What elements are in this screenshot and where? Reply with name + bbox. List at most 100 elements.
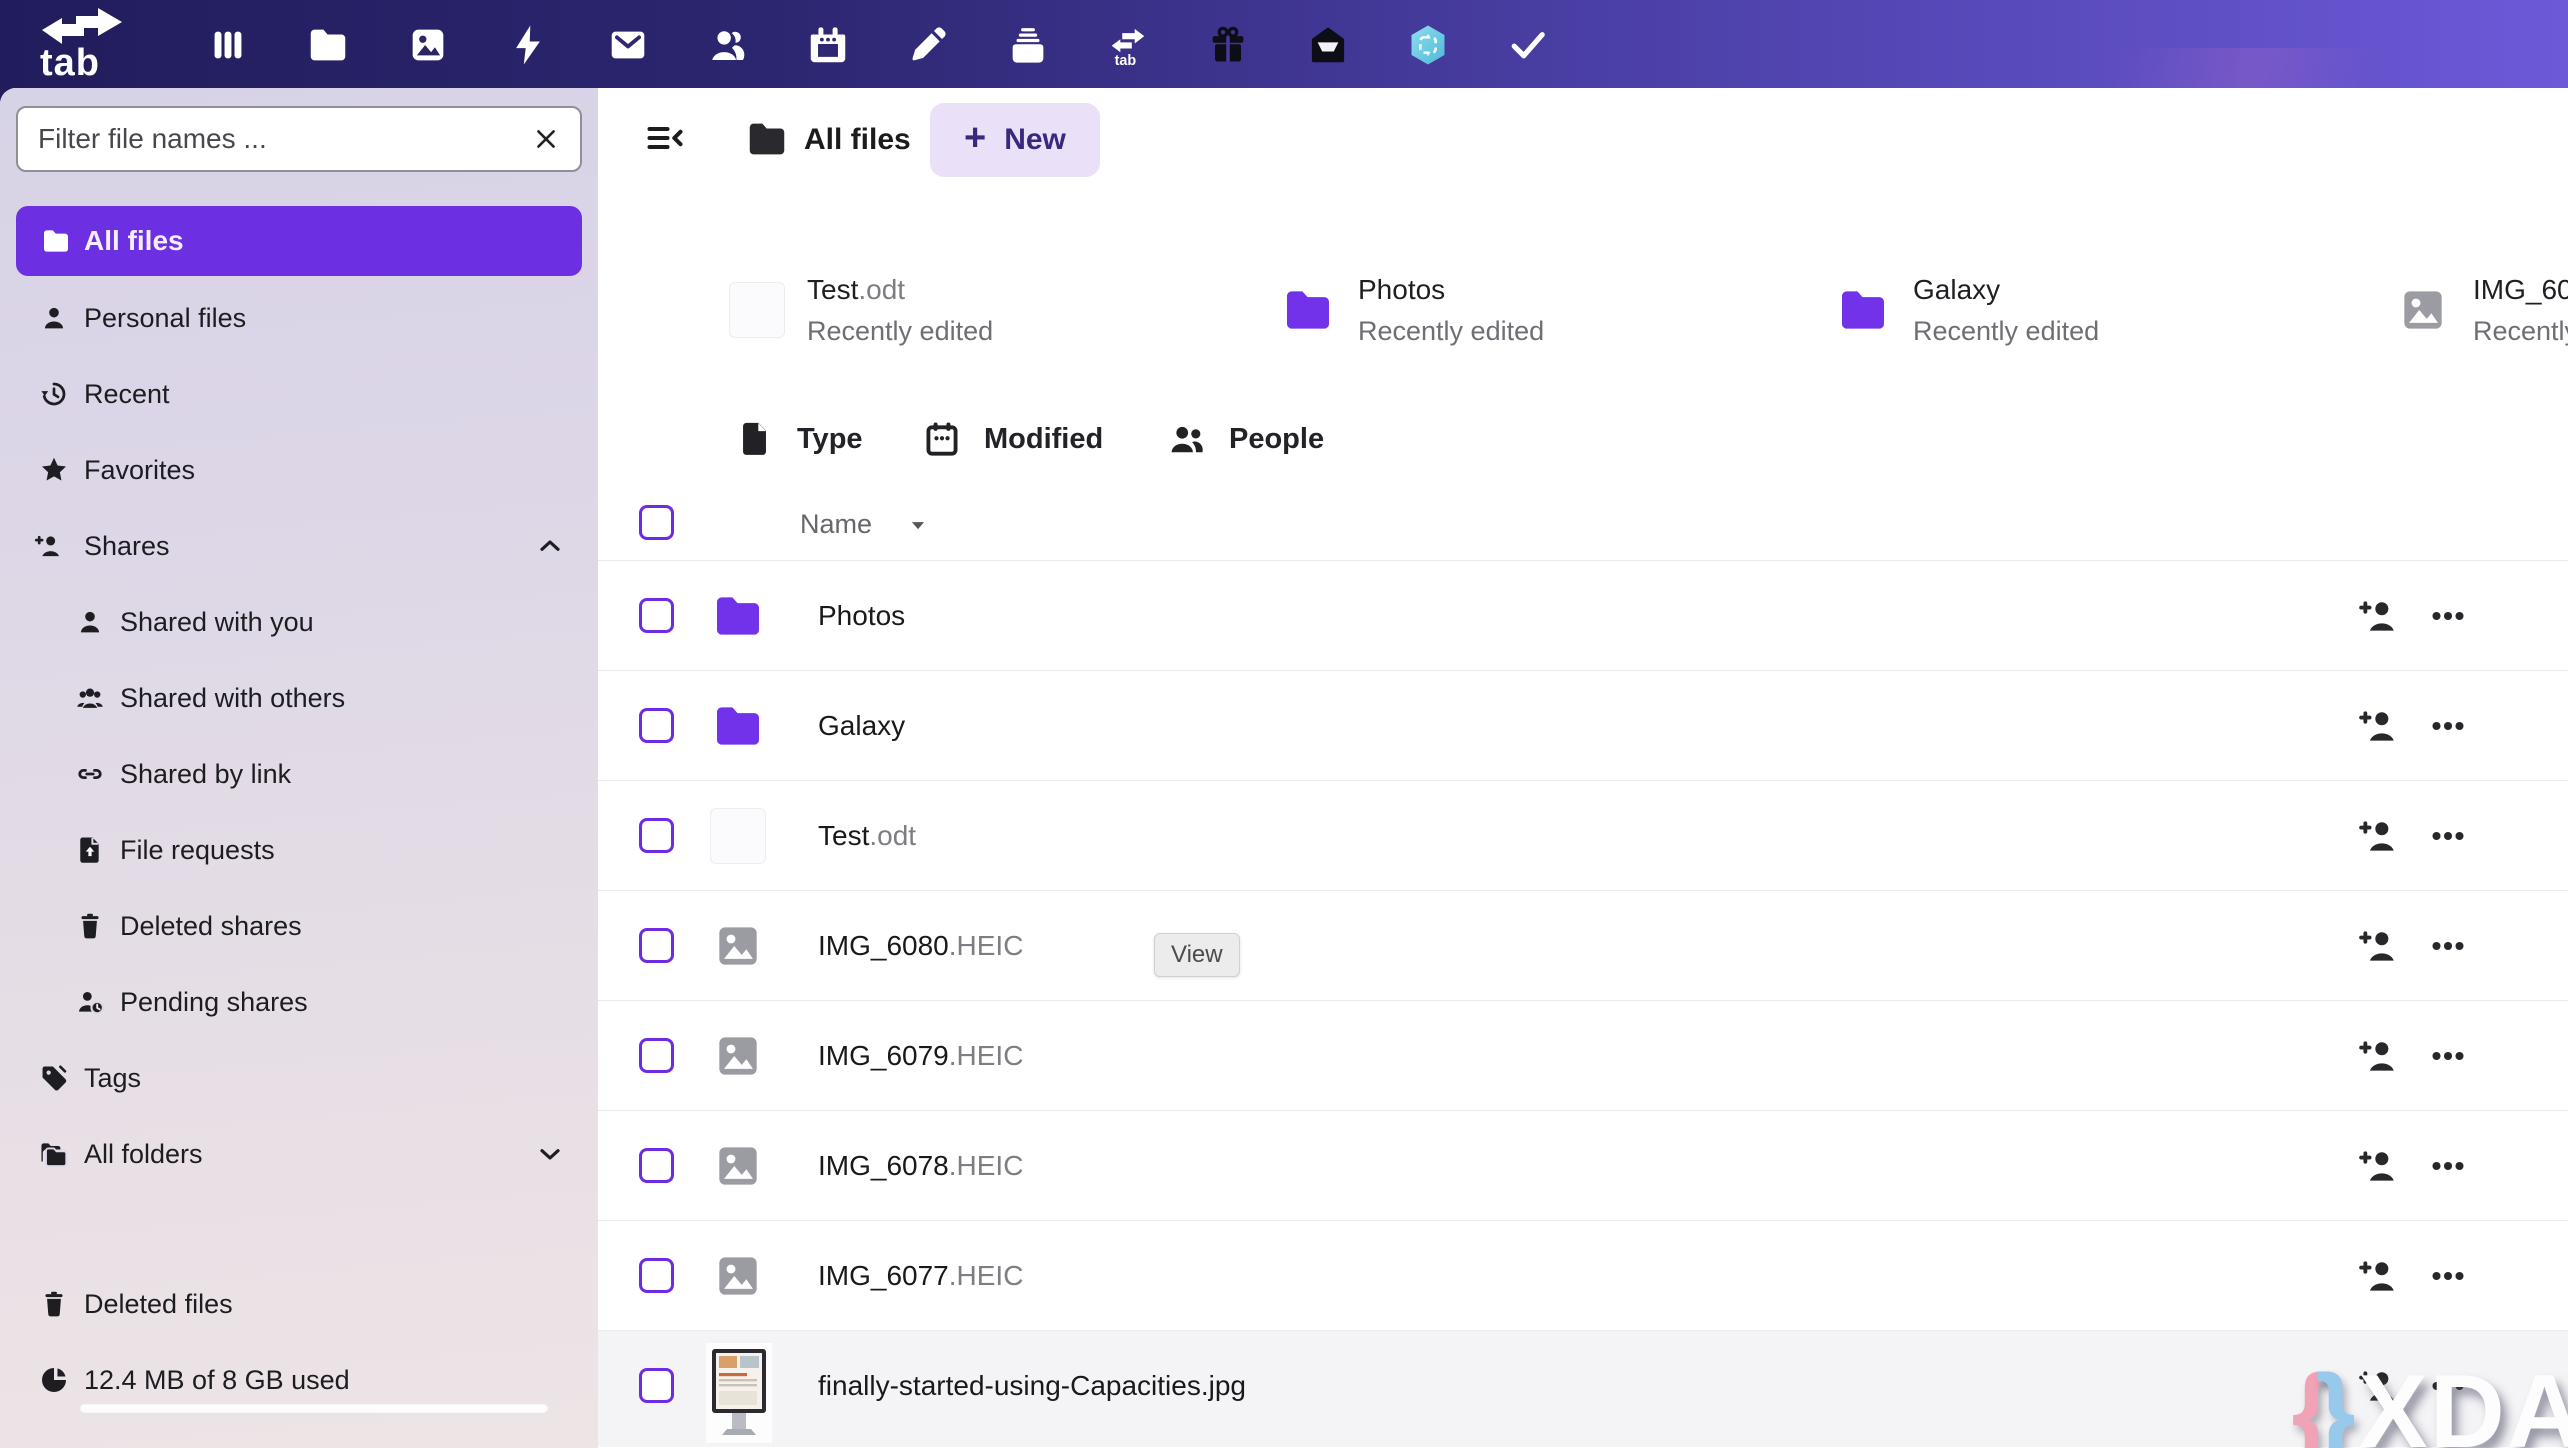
person-plus-icon — [32, 530, 64, 562]
row-checkbox[interactable] — [639, 1368, 674, 1403]
file-icon — [735, 418, 777, 460]
table-row[interactable]: IMG_6079.HEIC — [598, 1001, 2568, 1111]
app-gift-icon[interactable] — [1200, 17, 1256, 73]
app-files-icon[interactable] — [300, 17, 356, 73]
share-button[interactable] — [2355, 923, 2401, 969]
sidebar-item-recent[interactable]: Recent — [0, 356, 598, 432]
chip-label: Type — [797, 423, 863, 456]
sidebar-item-label: All files — [84, 225, 184, 257]
view-tooltip: View — [1154, 933, 1240, 977]
actions-menu-button[interactable] — [2425, 1033, 2471, 1079]
table-row[interactable]: IMG_6080.HEIC — [598, 891, 2568, 1001]
table-row[interactable]: Galaxy — [598, 671, 2568, 781]
topbar-gradient-streak — [1868, 48, 2568, 88]
table-row[interactable]: IMG_6078.HEIC — [598, 1111, 2568, 1221]
sidebar-item-shared-with-you[interactable]: Shared with you — [0, 584, 598, 660]
sidebar-item-pending-shares[interactable]: Pending shares — [0, 964, 598, 1040]
chevron-up-icon[interactable] — [534, 530, 566, 562]
column-name[interactable]: Name — [800, 509, 872, 540]
photo-thumbnail — [706, 1343, 772, 1443]
sidebar-item-shares[interactable]: Shares — [0, 508, 598, 584]
share-button[interactable] — [2355, 593, 2401, 639]
recent-card-photos[interactable]: PhotosRecently edited — [1280, 240, 1544, 380]
actions-menu-button[interactable] — [2425, 1143, 2471, 1189]
chevron-down-icon[interactable] — [534, 1138, 566, 1170]
sidebar-item-shared-by-link[interactable]: Shared by link — [0, 736, 598, 812]
share-button[interactable] — [2355, 1033, 2401, 1079]
app-mail-icon[interactable] — [600, 17, 656, 73]
app-cube-icon[interactable] — [1400, 17, 1456, 73]
folder-icon — [710, 698, 766, 754]
row-checkbox[interactable] — [639, 1148, 674, 1183]
sidebar-item-deleted-shares[interactable]: Deleted shares — [0, 888, 598, 964]
folder-icon — [1280, 282, 1336, 338]
person-clock-icon — [74, 986, 106, 1018]
sidebar-item-shared-with-others[interactable]: Shared with others — [0, 660, 598, 736]
row-checkbox[interactable] — [639, 818, 674, 853]
sidebar-item-label: Personal files — [84, 303, 246, 334]
sidebar-item-tags[interactable]: Tags — [0, 1040, 598, 1116]
history-icon — [38, 378, 70, 410]
app-contacts-icon[interactable] — [700, 17, 756, 73]
collapse-sidebar-icon — [642, 116, 686, 160]
filter-input[interactable]: Filter file names ... — [16, 106, 582, 172]
sidebar-item-favorites[interactable]: Favorites — [0, 432, 598, 508]
app-archive-icon[interactable] — [1000, 17, 1056, 73]
table-row[interactable]: Photos — [598, 561, 2568, 671]
table-header: Name — [598, 503, 2568, 549]
share-button[interactable] — [2355, 703, 2401, 749]
trash-icon — [38, 1288, 70, 1320]
recent-card-test[interactable]: Test.odtRecently edited — [729, 240, 993, 380]
share-button[interactable] — [2355, 813, 2401, 859]
table-row[interactable]: IMG_6077.HEIC — [598, 1221, 2568, 1331]
file-list: Photos Galaxy Test.odt — [598, 560, 2568, 1447]
person-icon — [38, 302, 70, 334]
recent-card-img[interactable]: IMG_6080.HEICRecently edited — [2395, 240, 2568, 380]
card-title: Galaxy — [1913, 274, 2000, 305]
sidebar-item-deleted-files[interactable]: Deleted files — [0, 1266, 598, 1342]
row-checkbox[interactable] — [639, 1038, 674, 1073]
table-row[interactable]: Test.odt — [598, 781, 2568, 891]
app-notes-icon[interactable] — [900, 17, 956, 73]
breadcrumb[interactable]: All files — [804, 123, 911, 157]
app-tasks-icon[interactable] — [1500, 17, 1556, 73]
sidebar-item-all-files[interactable]: All files — [16, 206, 582, 276]
trash-icon — [74, 910, 106, 942]
app-activity-icon[interactable] — [500, 17, 556, 73]
sidebar-item-personal-files[interactable]: Personal files — [0, 280, 598, 356]
app-inbox-icon[interactable] — [1300, 17, 1356, 73]
collapse-sidebar-button[interactable] — [636, 110, 692, 166]
row-checkbox[interactable] — [639, 598, 674, 633]
actions-menu-button[interactable] — [2425, 1253, 2471, 1299]
actions-menu-button[interactable] — [2425, 813, 2471, 859]
app-logo[interactable]: tab — [30, 2, 140, 86]
filter-type[interactable]: Type — [735, 407, 863, 471]
filter-people[interactable]: People — [1165, 407, 1324, 471]
file-extension: .HEIC — [949, 930, 1024, 961]
app-photos-icon[interactable] — [400, 17, 456, 73]
share-button[interactable] — [2355, 1253, 2401, 1299]
row-checkbox[interactable] — [639, 708, 674, 743]
filter-modified[interactable]: Modified — [920, 407, 1103, 471]
app-tab-mini-icon[interactable]: tab — [1100, 17, 1156, 73]
table-row-hovered[interactable]: finally-started-using-Capacities.jpg — [598, 1331, 2568, 1447]
share-button[interactable] — [2355, 1143, 2401, 1189]
recent-card-galaxy[interactable]: GalaxyRecently edited — [1835, 240, 2099, 380]
group-icon — [74, 682, 106, 714]
sort-descending-icon[interactable] — [904, 511, 932, 539]
app-dashboard-icon[interactable] — [200, 17, 256, 73]
new-button[interactable]: + New — [930, 103, 1100, 177]
sidebar-item-file-requests[interactable]: File requests — [0, 812, 598, 888]
row-checkbox[interactable] — [639, 1258, 674, 1293]
select-all-checkbox[interactable] — [639, 505, 674, 540]
sidebar-item-all-folders[interactable]: All folders — [0, 1116, 598, 1192]
app-calendar-icon[interactable] — [800, 17, 856, 73]
actions-menu-button[interactable] — [2425, 593, 2471, 639]
actions-menu-button[interactable] — [2425, 703, 2471, 749]
link-icon — [74, 758, 106, 790]
card-title: Test — [807, 274, 858, 305]
actions-menu-button[interactable] — [2425, 923, 2471, 969]
recommended-files: Test.odtRecently edited PhotosRecently e… — [598, 240, 2568, 380]
row-checkbox[interactable] — [639, 928, 674, 963]
close-icon[interactable] — [532, 125, 560, 153]
